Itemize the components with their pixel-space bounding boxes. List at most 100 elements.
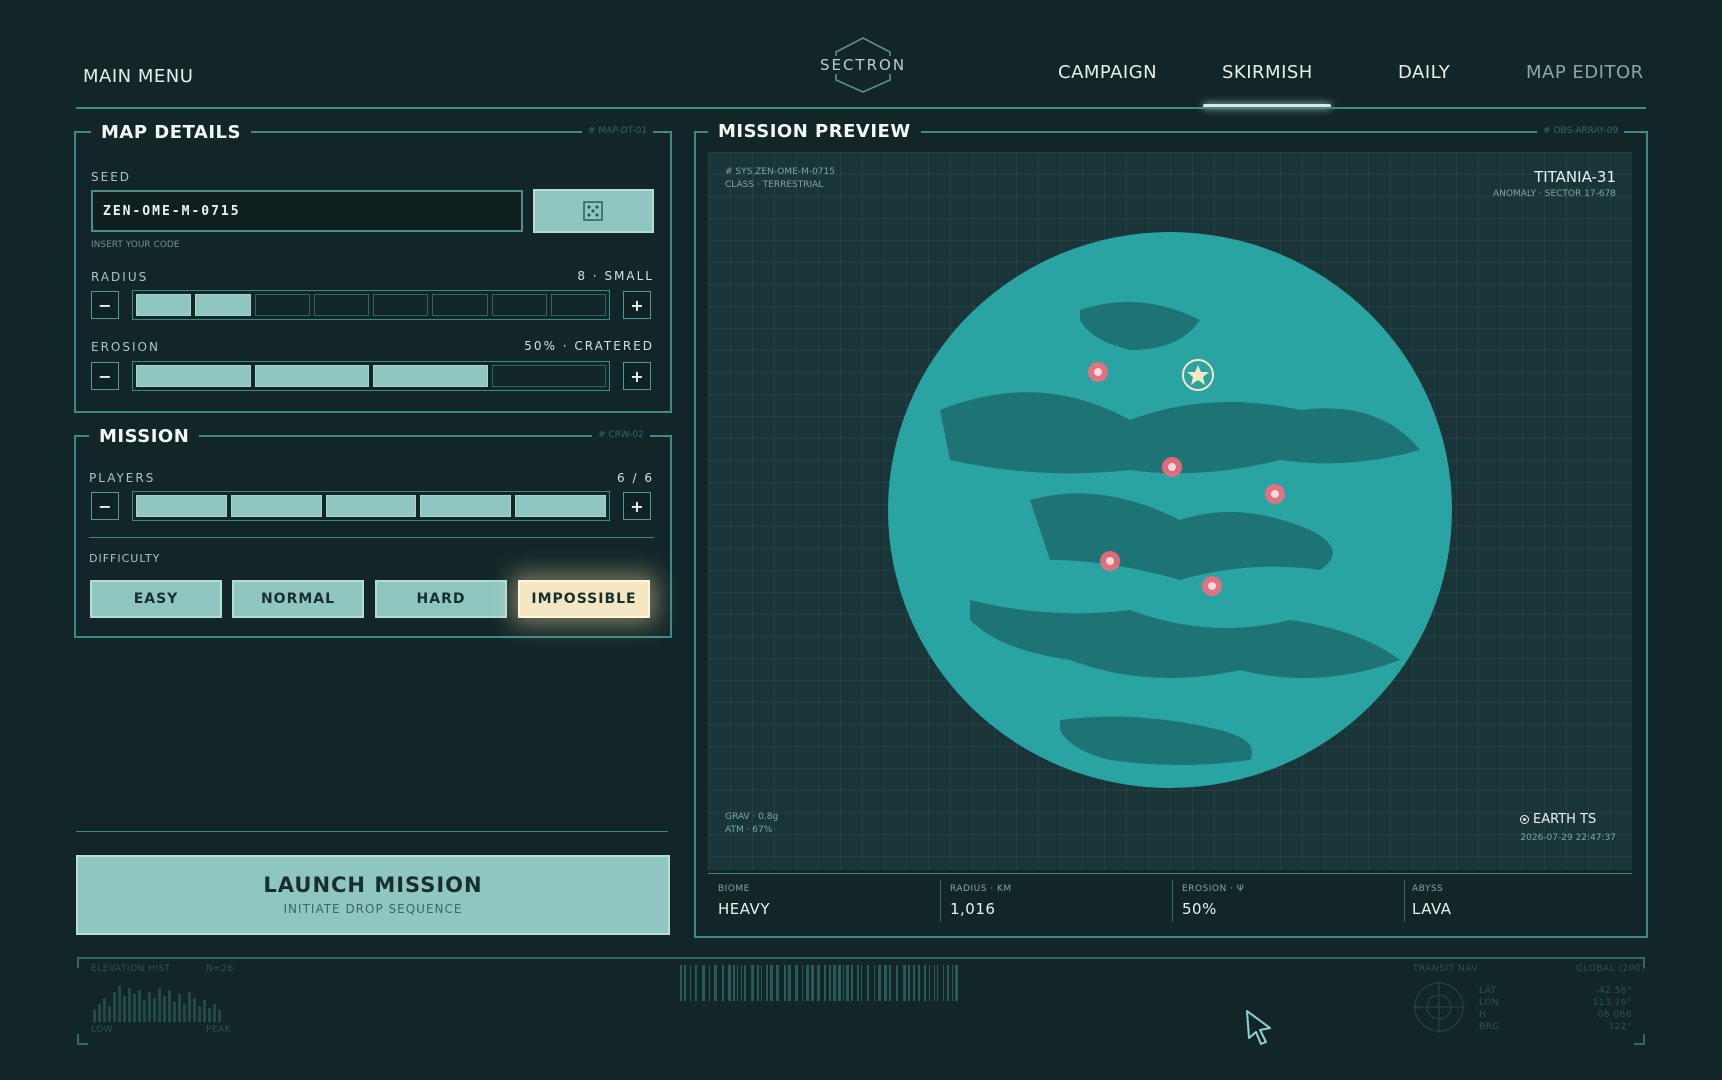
stats-divider bbox=[708, 873, 1632, 874]
players-slider[interactable] bbox=[132, 491, 610, 521]
elevation-histogram bbox=[93, 986, 221, 1022]
mission-divider bbox=[89, 537, 654, 538]
spawn-marker-3 bbox=[1265, 484, 1285, 504]
difficulty-label: DIFFICULTY bbox=[89, 552, 161, 565]
erosion-segment[interactable] bbox=[136, 365, 251, 387]
radius-segment[interactable] bbox=[254, 294, 310, 316]
main-menu-link[interactable]: MAIN MENU bbox=[83, 66, 193, 87]
mission-tag: # CRW-02 bbox=[592, 430, 650, 440]
dice-icon bbox=[583, 201, 603, 221]
difficulty-easy-button[interactable]: EASY bbox=[90, 580, 222, 618]
players-segment[interactable] bbox=[420, 495, 512, 517]
radius-segment[interactable] bbox=[491, 294, 547, 316]
transit-key-lat: LAT bbox=[1479, 986, 1497, 996]
radius-increase-button[interactable]: + bbox=[623, 291, 651, 319]
transit-nav-label: TRANSIT NAV bbox=[1413, 964, 1478, 974]
spawn-marker-4 bbox=[1100, 551, 1120, 571]
transit-key-brg: BRG bbox=[1479, 1022, 1500, 1032]
players-segment[interactable] bbox=[325, 495, 417, 517]
seed-label: SEED bbox=[91, 170, 132, 184]
difficulty-impossible-button[interactable]: IMPOSSIBLE bbox=[518, 580, 650, 618]
gravity-readout: GRAV · 0.8g bbox=[725, 812, 779, 822]
earth-ts-indicator: EARTH TS bbox=[1520, 812, 1596, 827]
tab-campaign[interactable]: CAMPAIGN bbox=[1058, 62, 1157, 83]
transit-val-lon: 113.78° bbox=[1592, 998, 1632, 1008]
launch-mission-button[interactable]: LAUNCH MISSION INITIATE DROP SEQUENCE bbox=[76, 855, 670, 935]
erosion-increase-button[interactable]: + bbox=[623, 362, 651, 390]
nav-divider bbox=[76, 107, 1646, 109]
system-class: CLASS · TERRESTRIAL bbox=[725, 180, 824, 190]
stat-erosion-label: EROSION · Ψ bbox=[1182, 884, 1245, 894]
randomize-seed-button[interactable] bbox=[533, 189, 654, 233]
timestamp: 2026-07-29 22:47:37 bbox=[1520, 833, 1616, 843]
map-details-title: MAP DETAILS bbox=[91, 122, 251, 143]
transit-key-h: H bbox=[1479, 1010, 1487, 1020]
players-segment[interactable] bbox=[515, 495, 606, 517]
transit-val-brg: 122° bbox=[1608, 1022, 1632, 1032]
spawn-marker-1 bbox=[1088, 362, 1108, 382]
sectron-logo: SECTRON bbox=[818, 36, 908, 94]
players-segment[interactable] bbox=[136, 495, 227, 517]
players-value: 6 / 6 bbox=[617, 471, 654, 485]
radius-decrease-button[interactable]: − bbox=[91, 291, 119, 319]
players-decrease-button[interactable]: − bbox=[91, 492, 119, 520]
launch-subtitle: INITIATE DROP SEQUENCE bbox=[283, 902, 463, 916]
radius-segment[interactable] bbox=[373, 294, 429, 316]
erosion-segment[interactable] bbox=[254, 365, 369, 387]
radius-segment[interactable] bbox=[550, 294, 606, 316]
players-label: PLAYERS bbox=[89, 471, 156, 485]
radius-label: RADIUS bbox=[91, 270, 149, 284]
radius-segment[interactable] bbox=[432, 294, 488, 316]
radius-segment[interactable] bbox=[313, 294, 369, 316]
transit-val-lat: -42.58° bbox=[1594, 986, 1632, 996]
compass-icon bbox=[1413, 981, 1465, 1033]
elevation-low: LOW bbox=[91, 1025, 114, 1035]
tab-map-editor[interactable]: MAP EDITOR bbox=[1526, 62, 1644, 83]
tab-skirmish[interactable]: SKIRMISH bbox=[1222, 62, 1313, 83]
stat-divider-1 bbox=[940, 880, 941, 922]
spawn-marker-5 bbox=[1202, 576, 1222, 596]
stat-abyss-value: LAVA bbox=[1412, 900, 1452, 918]
erosion-segment[interactable] bbox=[491, 365, 606, 387]
barcode-icon bbox=[680, 965, 958, 1001]
atmosphere-readout: ATM · 67% bbox=[725, 825, 773, 835]
seed-input-value: ZEN-OME-M-0715 bbox=[103, 204, 241, 219]
elevation-count: N=26 bbox=[206, 964, 234, 974]
elevation-hist-label: ELEVATION HIST bbox=[91, 964, 171, 974]
transit-val-h: 08 066 bbox=[1597, 1010, 1632, 1020]
stat-radius-value: 1,016 bbox=[950, 900, 996, 918]
radius-value: 8 · SMALL bbox=[577, 269, 654, 283]
launch-divider bbox=[76, 831, 668, 832]
erosion-decrease-button[interactable]: − bbox=[91, 362, 119, 390]
earth-ts-label: EARTH TS bbox=[1533, 812, 1597, 827]
stat-abyss-label: ABYSS bbox=[1412, 884, 1444, 894]
elevation-peak: PEAK bbox=[206, 1025, 232, 1035]
seed-input[interactable]: ZEN-OME-M-0715 bbox=[91, 190, 523, 232]
radius-segment[interactable] bbox=[195, 294, 251, 316]
radio-dot-icon bbox=[1520, 815, 1529, 824]
tab-daily[interactable]: DAILY bbox=[1398, 62, 1450, 83]
seed-hint: INSERT YOUR CODE bbox=[91, 240, 180, 250]
erosion-segment[interactable] bbox=[373, 365, 488, 387]
mission-preview-tag: # OBS-ARRAY-09 bbox=[1537, 126, 1625, 136]
erosion-slider[interactable] bbox=[132, 361, 610, 391]
radius-slider[interactable] bbox=[132, 290, 610, 320]
mission-title: MISSION bbox=[89, 426, 200, 447]
erosion-value: 50% · CRATERED bbox=[524, 339, 654, 353]
map-details-tag: # MAP-DT-01 bbox=[582, 126, 654, 136]
difficulty-hard-button[interactable]: HARD bbox=[375, 580, 507, 618]
stat-biome-label: BIOME bbox=[718, 884, 750, 894]
difficulty-normal-button[interactable]: NORMAL bbox=[232, 580, 364, 618]
players-increase-button[interactable]: + bbox=[623, 492, 651, 520]
erosion-label: EROSION bbox=[91, 340, 160, 354]
players-segment[interactable] bbox=[230, 495, 322, 517]
mission-preview-title: MISSION PREVIEW bbox=[708, 121, 921, 142]
transit-global: GLOBAL (200) bbox=[1576, 964, 1646, 974]
radius-segment[interactable] bbox=[136, 294, 192, 316]
stat-radius-label: RADIUS · KM bbox=[950, 884, 1012, 894]
stat-divider-3 bbox=[1404, 880, 1405, 922]
stat-divider-2 bbox=[1172, 880, 1173, 922]
planet-globe bbox=[888, 232, 1452, 788]
system-id: # SYS.ZEN-OME-M-0715 bbox=[725, 167, 835, 177]
transit-key-lon: LON bbox=[1479, 998, 1500, 1008]
